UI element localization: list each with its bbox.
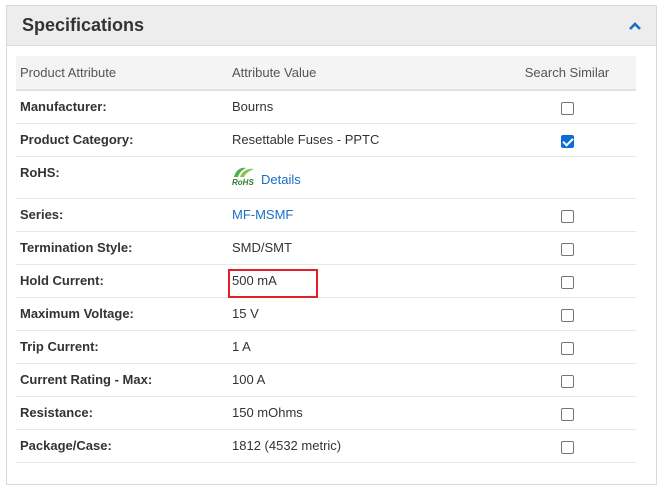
table-row: Hold Current: 500 mA (16, 264, 636, 298)
header-product-attribute: Product Attribute (16, 56, 228, 91)
table-row: Manufacturer: Bourns (16, 90, 636, 124)
table-row: Package/Case: 1812 (4532 metric) (16, 429, 636, 463)
attribute-value: 150 mOhms (228, 396, 498, 430)
specifications-table-wrap: Product Attribute Attribute Value Search… (16, 56, 636, 463)
attribute-label: Resistance: (16, 396, 228, 430)
attribute-value: RoHS Details (228, 156, 498, 199)
attribute-value: 1812 (4532 metric) (228, 429, 498, 463)
series-link[interactable]: MF-MSMF (232, 207, 293, 222)
search-similar-checkbox[interactable] (560, 135, 574, 149)
attribute-label: Package/Case: (16, 429, 228, 463)
table-row: RoHS: RoHS Details (16, 156, 636, 199)
attribute-label: Hold Current: (16, 264, 228, 298)
table-row: Product Category: Resettable Fuses - PPT… (16, 123, 636, 157)
attribute-label: Manufacturer: (16, 90, 228, 124)
table-row: Trip Current: 1 A (16, 330, 636, 364)
attribute-value: SMD/SMT (228, 231, 498, 265)
attribute-label: Termination Style: (16, 231, 228, 265)
table-row: Series: MF-MSMF (16, 198, 636, 232)
attribute-label: Current Rating - Max: (16, 363, 228, 397)
panel-header[interactable]: Specifications (7, 6, 656, 46)
table-row: Maximum Voltage: 15 V (16, 297, 636, 331)
search-similar-checkbox[interactable] (560, 342, 574, 356)
hold-current-highlight-box (228, 269, 318, 298)
header-attribute-value: Attribute Value (228, 56, 498, 91)
table-header-row: Product Attribute Attribute Value Search… (16, 56, 636, 91)
attribute-value: Resettable Fuses - PPTC (228, 123, 498, 157)
attribute-value: Bourns (228, 90, 498, 124)
table-row: Termination Style: SMD/SMT (16, 231, 636, 265)
search-similar-checkbox[interactable] (560, 243, 574, 257)
chevron-up-icon[interactable] (628, 21, 642, 31)
table-row: Current Rating - Max: 100 A (16, 363, 636, 397)
attribute-label: Trip Current: (16, 330, 228, 364)
search-similar-checkbox[interactable] (560, 276, 574, 290)
table-row: Resistance: 150 mOhms (16, 396, 636, 430)
panel-title: Specifications (22, 15, 145, 35)
attribute-label: RoHS: (16, 156, 228, 199)
search-similar-checkbox[interactable] (560, 441, 574, 455)
search-similar-checkbox[interactable] (560, 309, 574, 323)
attribute-label: Product Category: (16, 123, 228, 157)
rohs-logo-text: RoHS (232, 177, 254, 187)
search-similar-checkbox[interactable] (560, 102, 574, 116)
rohs-details-link[interactable]: Details (261, 172, 301, 187)
header-search-similar: Search Similar (498, 56, 636, 91)
attribute-value: 100 A (228, 363, 498, 397)
attribute-value: 15 V (228, 297, 498, 331)
search-similar-checkbox[interactable] (560, 210, 574, 224)
attribute-value: 1 A (228, 330, 498, 364)
specifications-table: Product Attribute Attribute Value Search… (16, 56, 636, 463)
rohs-leaf-icon: RoHS (232, 165, 256, 187)
search-similar-checkbox[interactable] (560, 375, 574, 389)
attribute-label: Series: (16, 198, 228, 232)
attribute-label: Maximum Voltage: (16, 297, 228, 331)
search-similar-checkbox[interactable] (560, 408, 574, 422)
